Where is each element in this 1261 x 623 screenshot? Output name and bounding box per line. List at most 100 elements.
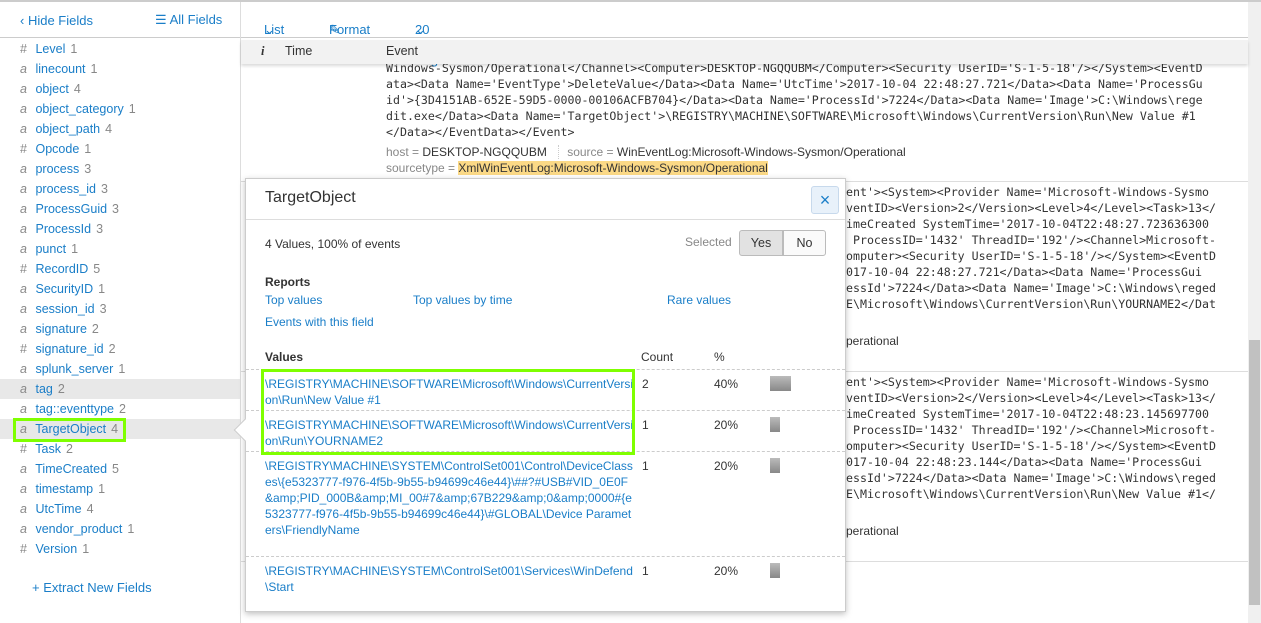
field-item-linecount[interactable]: a linecount 1 xyxy=(0,59,240,79)
field-item-splunk-server[interactable]: a splunk_server 1 xyxy=(0,359,240,379)
field-type-icon: # xyxy=(20,42,27,56)
source-value[interactable]: WinEventLog:Microsoft-Windows-Sysmon/Ope… xyxy=(617,145,906,159)
scrollbar-thumb[interactable] xyxy=(1249,340,1260,605)
field-name: signature xyxy=(35,322,87,336)
field-count: 3 xyxy=(99,302,107,316)
field-item-processguid[interactable]: a ProcessGuid 3 xyxy=(0,199,240,219)
field-type-icon: a xyxy=(20,502,27,516)
field-item-process-id[interactable]: a process_id 3 xyxy=(0,179,240,199)
field-name: process xyxy=(35,162,80,176)
event-line: id'>{3D4151AB-652E-59D5-0000-00106ACFB70… xyxy=(386,93,1203,107)
field-item-processid[interactable]: a ProcessId 3 xyxy=(0,219,240,239)
values-summary: 4 Values, 100% of events xyxy=(265,237,401,251)
field-item-signature[interactable]: a signature 2 xyxy=(0,319,240,339)
field-name: tag::eventtype xyxy=(35,402,115,416)
event-raw-text: ent'><System><Provider Name='Microsoft-W… xyxy=(846,374,1216,502)
field-item-opcode[interactable]: # Opcode 1 xyxy=(0,139,240,159)
field-type-icon: # xyxy=(20,342,27,356)
field-item-object[interactable]: a object 4 xyxy=(0,79,240,99)
top-values-by-time-link[interactable]: Top values by time xyxy=(413,293,512,307)
event-line: omputer><Security UserID='S-1-5-18'/></S… xyxy=(846,249,1216,263)
field-item-session-id[interactable]: a session_id 3 xyxy=(0,299,240,319)
field-item-utctime[interactable]: a UtcTime 4 xyxy=(0,499,240,519)
field-item-timestamp[interactable]: a timestamp 1 xyxy=(0,479,240,499)
close-icon[interactable]: × xyxy=(811,186,839,214)
field-type-icon: a xyxy=(20,122,27,136)
field-count: 1 xyxy=(118,362,126,376)
field-item-object-category[interactable]: a object_category 1 xyxy=(0,99,240,119)
hide-fields-button[interactable]: ‹ Hide Fields xyxy=(20,13,93,28)
all-fields-button[interactable]: ☰ All Fields xyxy=(155,12,222,28)
field-item-vendor-product[interactable]: a vendor_product 1 xyxy=(0,519,240,539)
hide-fields-label: Hide Fields xyxy=(27,13,93,28)
event-line: 017-10-04 22:48:27.721</Data><Data Name=… xyxy=(846,265,1202,279)
field-item-signature-id[interactable]: # signature_id 2 xyxy=(0,339,240,359)
targetobject-highlight-box xyxy=(13,418,126,442)
field-count: 2 xyxy=(57,382,65,396)
host-value[interactable]: DESKTOP-NGQQUBM xyxy=(422,145,546,159)
selected-label: Selected xyxy=(685,235,732,249)
chevron-left-icon: ‹ xyxy=(20,13,28,28)
sourcetype-value[interactable]: XmlWinEventLog:Microsoft-Windows-Sysmon/… xyxy=(458,161,768,175)
event-line: ent'><System><Provider Name='Microsoft-W… xyxy=(846,185,1209,199)
field-type-icon: a xyxy=(20,62,27,76)
field-item-securityid[interactable]: a SecurityID 1 xyxy=(0,279,240,299)
field-item-punct[interactable]: a punct 1 xyxy=(0,239,240,259)
selected-no-button[interactable]: No xyxy=(783,230,826,256)
event-meta-fragment: perational xyxy=(846,524,899,538)
results-toolbar: List ⌄ ✎Format 20 Per Page ⌄ xyxy=(241,2,1248,67)
source-value-fragment[interactable]: perational xyxy=(846,334,899,348)
field-name: session_id xyxy=(35,302,95,316)
field-item-level[interactable]: # Level 1 xyxy=(0,39,240,59)
field-item-tag[interactable]: a tag 2 xyxy=(0,379,240,399)
field-name: object_category xyxy=(35,102,124,116)
value-link[interactable]: \REGISTRY\MACHINE\SYSTEM\ControlSet001\C… xyxy=(265,458,635,538)
value-count: 1 xyxy=(642,564,649,578)
field-type-icon: a xyxy=(20,102,27,116)
field-item-version[interactable]: # Version 1 xyxy=(0,539,240,559)
field-type-icon: a xyxy=(20,222,27,236)
event-line: 017-10-04 22:48:23.144</Data><Data Name=… xyxy=(846,455,1202,469)
field-item-task[interactable]: # Task 2 xyxy=(0,439,240,459)
rare-values-link[interactable]: Rare values xyxy=(667,293,731,307)
percent-header: % xyxy=(714,350,725,364)
event-line: imeCreated SystemTime='2017-10-04T22:48:… xyxy=(846,407,1209,421)
field-name: TimeCreated xyxy=(35,462,108,476)
extract-new-fields-link[interactable]: + Extract New Fields xyxy=(32,580,152,595)
source-value-fragment[interactable]: perational xyxy=(846,524,899,538)
field-count: 4 xyxy=(105,122,113,136)
field-type-icon: a xyxy=(20,302,27,316)
source-label: source = xyxy=(558,145,614,159)
field-type-icon: a xyxy=(20,362,27,376)
field-name: ProcessGuid xyxy=(35,202,108,216)
time-column-header[interactable]: Time xyxy=(285,44,312,58)
field-count: 1 xyxy=(84,142,92,156)
chevron-down-icon: ⌄ xyxy=(264,22,275,37)
field-item-tag-eventtype[interactable]: a tag::eventtype 2 xyxy=(0,399,240,419)
field-name: Task xyxy=(35,442,61,456)
field-type-icon: # xyxy=(20,262,27,276)
events-with-field-link[interactable]: Events with this field xyxy=(265,315,374,329)
field-count: 4 xyxy=(73,82,81,96)
value-link[interactable]: \REGISTRY\MACHINE\SYSTEM\ControlSet001\S… xyxy=(265,563,635,595)
field-count: 2 xyxy=(108,342,116,356)
field-count: 3 xyxy=(100,182,108,196)
field-item-timecreated[interactable]: a TimeCreated 5 xyxy=(0,459,240,479)
field-type-icon: a xyxy=(20,482,27,496)
value-percent: 20% xyxy=(714,564,739,578)
field-count: 1 xyxy=(82,542,90,556)
field-item-process[interactable]: a process 3 xyxy=(0,159,240,179)
top-values-link[interactable]: Top values xyxy=(265,293,322,307)
field-count: 1 xyxy=(90,62,98,76)
selected-yes-button[interactable]: Yes xyxy=(739,230,783,256)
host-label: host = xyxy=(386,145,420,159)
field-type-icon: a xyxy=(20,522,27,536)
value-count: 1 xyxy=(642,459,649,473)
field-item-object-path[interactable]: a object_path 4 xyxy=(0,119,240,139)
field-item-recordid[interactable]: # RecordID 5 xyxy=(0,259,240,279)
value-percent-bar xyxy=(770,376,791,391)
field-name: Level xyxy=(35,42,66,56)
value-row: \REGISTRY\MACHINE\SYSTEM\ControlSet001\S… xyxy=(246,556,845,612)
event-column-header[interactable]: Event xyxy=(386,44,418,58)
event-meta-fragment: perational xyxy=(846,334,899,348)
